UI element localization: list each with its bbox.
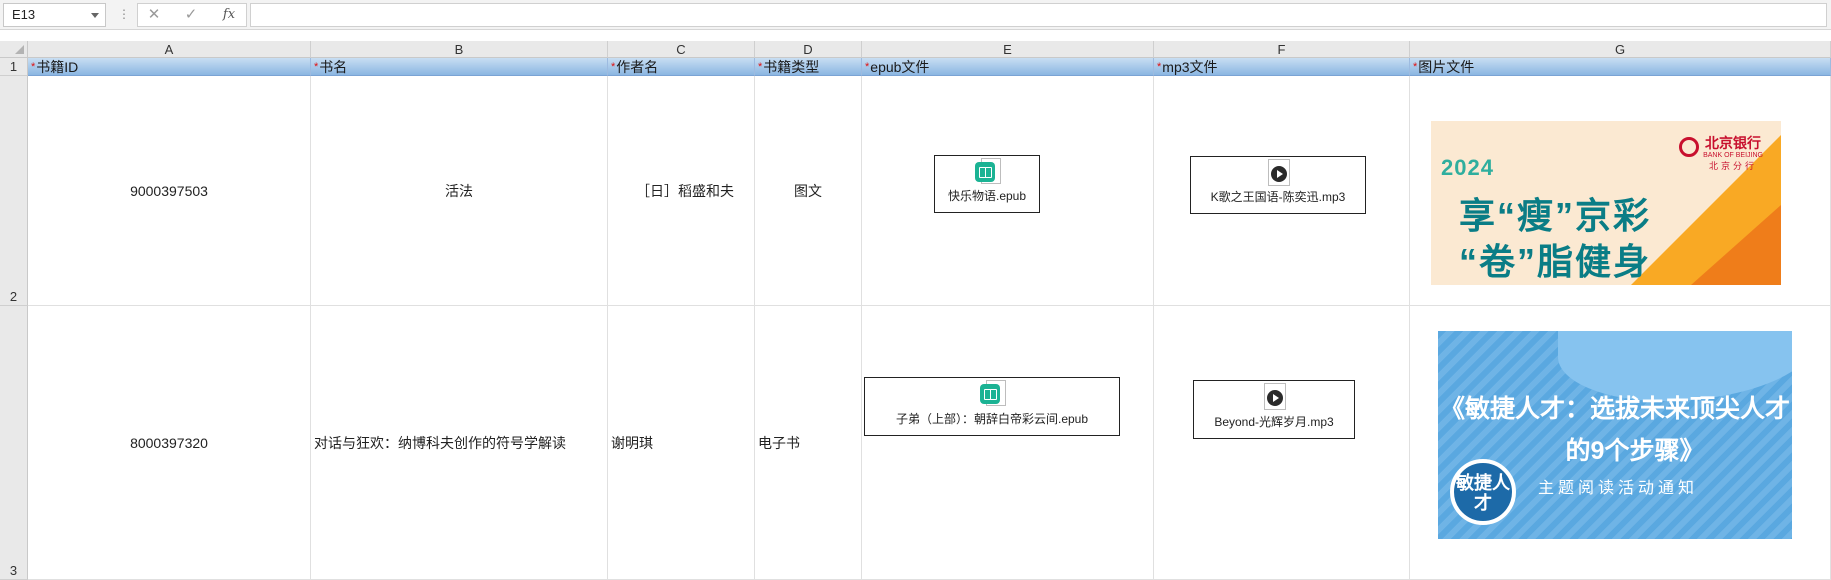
header-cell-epub[interactable]: *epub文件 [862, 58, 1154, 76]
header-label: 图片文件 [1418, 59, 1475, 75]
column-header-c[interactable]: C [608, 41, 755, 58]
cell-d3[interactable]: 电子书 [755, 306, 862, 580]
required-mark: * [1413, 61, 1418, 73]
cell-e3[interactable] [862, 306, 1154, 580]
column-header-f[interactable]: F [1154, 41, 1410, 58]
epub-attachment[interactable]: 快乐物语.epub [934, 155, 1040, 213]
enter-icon[interactable]: ✓ [180, 6, 202, 24]
audio-file-icon [1264, 383, 1286, 411]
cell-f3[interactable] [1154, 306, 1410, 580]
audio-file-icon [1268, 159, 1290, 187]
select-all-icon [15, 45, 24, 54]
column-header-b[interactable]: B [311, 41, 608, 58]
name-box-value: E13 [12, 7, 36, 22]
header-cell-image[interactable]: *图片文件 [1410, 58, 1831, 76]
chevron-down-icon[interactable] [91, 13, 99, 18]
cell-a3[interactable]: 8000397320 [28, 306, 311, 580]
name-box[interactable]: E13 [3, 3, 106, 27]
cell-d2[interactable]: 图文 [755, 76, 862, 306]
column-header-e[interactable]: E [862, 41, 1154, 58]
poster-subtitle: 主题阅读活动通知 [1538, 480, 1699, 497]
cell-c3[interactable]: 谢明琪 [608, 306, 755, 580]
poster-seal: 敏捷人才 [1450, 459, 1516, 525]
column-header-d[interactable]: D [755, 41, 862, 58]
bank-logo-icon [1679, 137, 1700, 157]
header-cell-mp3[interactable]: *mp3文件 [1154, 58, 1410, 76]
attachment-filename: 子弟（上部）：朝辞白帝彩云间.epub [895, 412, 1089, 426]
poster-image-fitness[interactable]: 2024 享“瘦”京彩 “卷”脂健身 北京银行 BANK OF BEIJING … [1431, 121, 1781, 285]
row-number: 2 [9, 289, 18, 304]
header-label: 作者名 [616, 59, 659, 75]
more-options-icon[interactable]: ⋮ [118, 7, 130, 21]
cell-b3[interactable]: 对话与狂欢：纳博科夫创作的符号学解读 [311, 306, 608, 580]
poster-title-1: 《敏捷人才：选拔未来顶尖人才 [1439, 395, 1790, 423]
header-cell-author[interactable]: *作者名 [608, 58, 755, 76]
header-label: epub文件 [870, 59, 930, 75]
poster-headline-2: “卷”脂健身 [1459, 241, 1652, 282]
required-mark: * [611, 61, 616, 73]
row-header-1[interactable]: 1 [0, 58, 28, 76]
decorative-ray [1691, 205, 1781, 285]
column-header-g[interactable]: G [1410, 41, 1831, 58]
required-mark: * [31, 61, 36, 73]
attachment-filename: Beyond-光辉岁月.mp3 [1214, 415, 1334, 429]
poster-headline-1: 享“瘦”京彩 [1459, 195, 1652, 236]
row-number: 1 [9, 59, 18, 74]
required-mark: * [1157, 61, 1162, 73]
epub-attachment[interactable]: 子弟（上部）：朝辞白帝彩云间.epub [864, 377, 1120, 436]
formula-bar: E13 ⋮ ✕ ✓ fx [0, 0, 1831, 30]
bank-name: 北京银行 [1705, 135, 1762, 151]
epub-file-icon [980, 380, 1006, 410]
attachment-filename: 快乐物语.epub [947, 189, 1027, 203]
row-number: 3 [9, 563, 18, 578]
header-label: mp3文件 [1162, 59, 1218, 75]
header-label: 书名 [319, 59, 348, 75]
row-header-3[interactable]: 3 [0, 306, 28, 580]
bank-branch: 北京分行 [1709, 161, 1758, 171]
formula-tools: ✕ ✓ fx [137, 3, 247, 27]
header-label: 书籍ID [36, 59, 79, 75]
cancel-icon[interactable]: ✕ [143, 6, 165, 24]
attachment-filename: K歌之王国语-陈奕迅.mp3 [1210, 190, 1346, 204]
mp3-attachment[interactable]: Beyond-光辉岁月.mp3 [1193, 380, 1355, 439]
mp3-attachment[interactable]: K歌之王国语-陈奕迅.mp3 [1190, 156, 1366, 214]
required-mark: * [314, 61, 319, 73]
column-header-a[interactable]: A [28, 41, 311, 58]
poster-image-reading[interactable]: 《敏捷人才：选拔未来顶尖人才 的9个步骤》 主题阅读活动通知 敏捷人才 [1438, 331, 1792, 539]
cell-c2[interactable]: ［日］稻盛和夫 [608, 76, 755, 306]
bank-name-en: BANK OF BEIJING [1703, 152, 1763, 159]
header-label: 书籍类型 [763, 59, 820, 75]
required-mark: * [865, 61, 870, 73]
formula-input[interactable] [250, 3, 1827, 27]
epub-file-icon [975, 158, 1001, 188]
cell-b2[interactable]: 活法 [311, 76, 608, 306]
poster-year: 2024 [1441, 155, 1494, 180]
play-icon [1267, 390, 1283, 406]
book-badge [975, 162, 995, 182]
header-cell-book-id[interactable]: *书籍ID [28, 58, 311, 76]
header-cell-type[interactable]: *书籍类型 [755, 58, 862, 76]
row-header-2[interactable]: 2 [0, 76, 28, 306]
play-icon [1271, 166, 1287, 182]
insert-function-icon[interactable]: fx [218, 6, 240, 24]
header-cell-title[interactable]: *书名 [311, 58, 608, 76]
cell-a2[interactable]: 9000397503 [28, 76, 311, 306]
book-badge [980, 384, 1000, 404]
required-mark: * [758, 61, 763, 73]
bank-logo: 北京银行 BANK OF BEIJING 北京分行 [1679, 135, 1763, 172]
select-all-corner[interactable] [0, 41, 28, 58]
